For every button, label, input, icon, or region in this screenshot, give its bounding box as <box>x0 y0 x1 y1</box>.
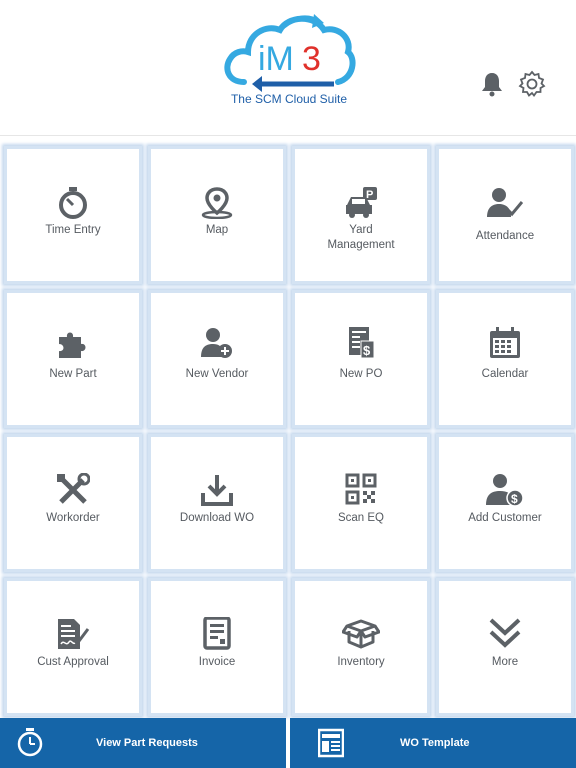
tile-label: Attendance <box>475 230 535 242</box>
tile-label: Invoice <box>198 656 236 668</box>
tile-label: Map <box>205 224 229 236</box>
tile-label: Download WO <box>179 512 255 524</box>
tile-download-wo[interactable]: Download WO <box>148 434 286 572</box>
tile-more[interactable]: More <box>436 578 574 716</box>
bottom-bar: View Part Requests WO Template <box>0 718 576 768</box>
tile-yard-management[interactable]: P Yard Management <box>292 146 430 284</box>
qr-code-icon <box>295 473 427 505</box>
tile-label: Inventory <box>337 656 385 668</box>
im3-logo: iM 3 The SCM Cloud Suite <box>222 12 356 108</box>
tile-label: More <box>491 656 519 668</box>
tile-label: Add Customer <box>468 512 542 524</box>
tile-cust-approval[interactable]: Cust Approval <box>4 578 142 716</box>
user-add-icon <box>151 327 283 359</box>
svg-text:$: $ <box>511 492 518 506</box>
tile-new-vendor[interactable]: New Vendor <box>148 290 286 428</box>
tile-label: Calendar <box>481 368 529 380</box>
tile-label: New Part <box>49 368 97 380</box>
tile-invoice[interactable]: Invoice <box>148 578 286 716</box>
tile-map[interactable]: Map <box>148 146 286 284</box>
puzzle-icon <box>7 327 139 359</box>
tile-scan-eq[interactable]: Scan EQ <box>292 434 430 572</box>
tile-label: New PO <box>339 368 383 380</box>
stopwatch-icon <box>7 187 139 219</box>
wo-template-label: WO Template <box>400 737 470 749</box>
parking-car-icon: P <box>295 187 427 219</box>
receipt-icon <box>151 617 283 651</box>
logo-tagline: The SCM Cloud Suite <box>230 92 348 106</box>
tile-attendance[interactable]: Attendance <box>436 146 574 284</box>
signed-document-icon <box>7 617 139 651</box>
download-icon <box>151 473 283 507</box>
svg-text:$: $ <box>363 343 371 358</box>
tile-label: Scan EQ <box>337 512 385 524</box>
tile-new-part[interactable]: New Part <box>4 290 142 428</box>
tile-time-entry[interactable]: Time Entry <box>4 146 142 284</box>
tile-label: New Vendor <box>185 368 249 380</box>
tools-icon <box>7 473 139 507</box>
tile-label: Time Entry <box>45 224 101 236</box>
tile-label: Workorder <box>46 512 100 524</box>
settings-gear-icon[interactable] <box>518 70 546 98</box>
tile-add-customer[interactable]: $ Add Customer <box>436 434 574 572</box>
tile-label: Yard Management <box>327 224 395 251</box>
customer-dollar-icon: $ <box>439 473 571 507</box>
view-part-requests-button[interactable]: View Part Requests <box>0 718 286 768</box>
tile-workorder[interactable]: Workorder <box>4 434 142 572</box>
invoice-dollar-icon: $ <box>295 327 427 359</box>
view-part-requests-label: View Part Requests <box>96 737 198 749</box>
map-pin-icon <box>151 187 283 219</box>
tile-inventory[interactable]: Inventory <box>292 578 430 716</box>
calendar-icon <box>439 327 571 359</box>
template-icon <box>317 728 345 763</box>
svg-text:3: 3 <box>302 40 321 78</box>
svg-text:iM: iM <box>258 40 294 78</box>
open-box-icon <box>295 617 427 649</box>
tile-label: Cust Approval <box>37 656 109 668</box>
svg-text:P: P <box>366 189 373 201</box>
stopwatch-icon <box>16 728 44 763</box>
tile-new-po[interactable]: $ New PO <box>292 290 430 428</box>
notification-bell-icon[interactable] <box>478 70 506 98</box>
double-chevron-down-icon <box>439 617 571 649</box>
wo-template-button[interactable]: WO Template <box>290 718 576 768</box>
tile-calendar[interactable]: Calendar <box>436 290 574 428</box>
user-check-icon <box>439 187 571 219</box>
app-header: iM 3 The SCM Cloud Suite <box>0 0 576 136</box>
